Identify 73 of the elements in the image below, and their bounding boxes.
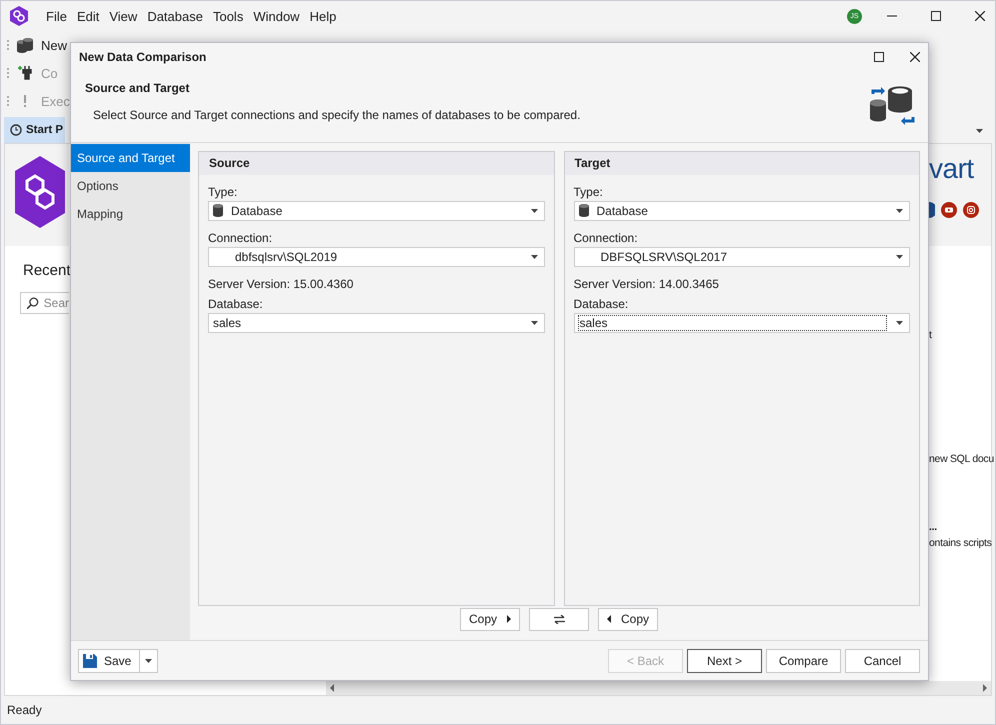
menu-item[interactable]: Tools: [208, 8, 248, 24]
video-icon[interactable]: [941, 202, 957, 218]
close-icon[interactable]: [910, 52, 920, 62]
horizontal-scrollbar[interactable]: [326, 681, 991, 695]
section-title: Source and Target: [85, 81, 190, 95]
connection-dropdown[interactable]: DBFSQLSRV\SQL2017: [574, 247, 910, 267]
dropdown-caret-icon: [530, 255, 538, 259]
dropdown-caret-icon: [145, 658, 152, 662]
search-icon: [27, 297, 39, 309]
field-label: Connection:: [574, 231, 639, 246]
dropdown-caret-icon: [896, 209, 903, 213]
dropdown-caret-icon: [896, 255, 903, 259]
link-text: t: [929, 329, 932, 341]
dropdown-caret-icon: [896, 321, 903, 325]
section-heading: Recent: [23, 262, 69, 279]
database-icon: [213, 204, 223, 218]
dropdown-caret-icon: [530, 321, 538, 325]
connection-dropdown[interactable]: dbfsqlsrv\SQL2019: [208, 247, 544, 267]
save-split-button[interactable]: Save: [78, 648, 158, 672]
menu-item[interactable]: Help: [304, 8, 342, 24]
type-dropdown[interactable]: Database: [574, 201, 910, 221]
right-arrow-icon: [507, 615, 511, 623]
server-version: Server Version: 14.00.3465: [574, 277, 720, 291]
panel-title: Target: [564, 152, 919, 175]
server-version: Server Version: 15.00.4360: [208, 277, 354, 291]
toolbar-button[interactable]: New: [41, 38, 68, 52]
nav-item[interactable]: Source and Target: [71, 144, 190, 172]
catalog-dropdown[interactable]: sales: [574, 313, 910, 333]
camera-icon[interactable]: [963, 202, 979, 218]
link-text: new SQL docu: [929, 453, 994, 465]
dropdown-caret-icon: [530, 209, 538, 213]
start-page-icon: [10, 124, 22, 136]
brand-logo-text: vart: [929, 154, 975, 184]
nav-item[interactable]: Options: [71, 172, 190, 200]
status-text: Ready: [7, 703, 42, 717]
link-text: ontains scripts: [929, 537, 992, 549]
scroll-right-icon: [983, 684, 987, 692]
menu-item[interactable]: Database: [142, 8, 208, 24]
field-label: Type:: [208, 185, 238, 200]
field-label: Database:: [208, 297, 264, 312]
menu-item[interactable]: Edit: [72, 8, 104, 24]
menu-item[interactable]: File: [41, 8, 72, 24]
copy-button[interactable]: Copy: [598, 608, 658, 630]
maximize-icon[interactable]: [931, 11, 941, 21]
plug-icon: [17, 65, 33, 81]
field-label: Type:: [574, 185, 604, 200]
maximize-icon[interactable]: [874, 52, 884, 62]
dialog-button[interactable]: Next >: [687, 648, 762, 672]
database-icon: [578, 204, 588, 218]
field-label: Connection:: [208, 231, 274, 246]
section-description: Select Source and Target connections and specify the names of databases to be compared.: [93, 108, 580, 122]
panel-title: Source: [199, 152, 554, 175]
dropdown-caret-icon: [976, 129, 983, 133]
copy-button[interactable]: Copy: [460, 608, 520, 630]
type-dropdown[interactable]: Database: [208, 201, 544, 221]
document-tab[interactable]: Start P: [4, 117, 66, 143]
field-label: Database:: [574, 297, 630, 312]
dialog-title: New Data Comparison: [79, 50, 208, 64]
menu-item[interactable]: View: [104, 8, 142, 24]
left-arrow-icon: [607, 615, 611, 623]
dialog-button[interactable]: Compare: [766, 648, 841, 672]
database-sync-icon: [17, 37, 33, 53]
close-icon[interactable]: [975, 11, 985, 21]
nav-item[interactable]: Mapping: [71, 200, 190, 228]
catalog-dropdown[interactable]: sales: [208, 313, 544, 333]
app-logo-icon: [8, 5, 30, 27]
link-text: ...: [929, 521, 937, 533]
swap-arrows-icon: [552, 614, 566, 624]
dialog-button[interactable]: Cancel: [845, 648, 920, 672]
scroll-left-icon: [330, 684, 334, 692]
search-field[interactable]: Sear: [20, 292, 69, 314]
menu-item[interactable]: Window: [248, 8, 305, 24]
product-logo-icon: [15, 156, 65, 228]
